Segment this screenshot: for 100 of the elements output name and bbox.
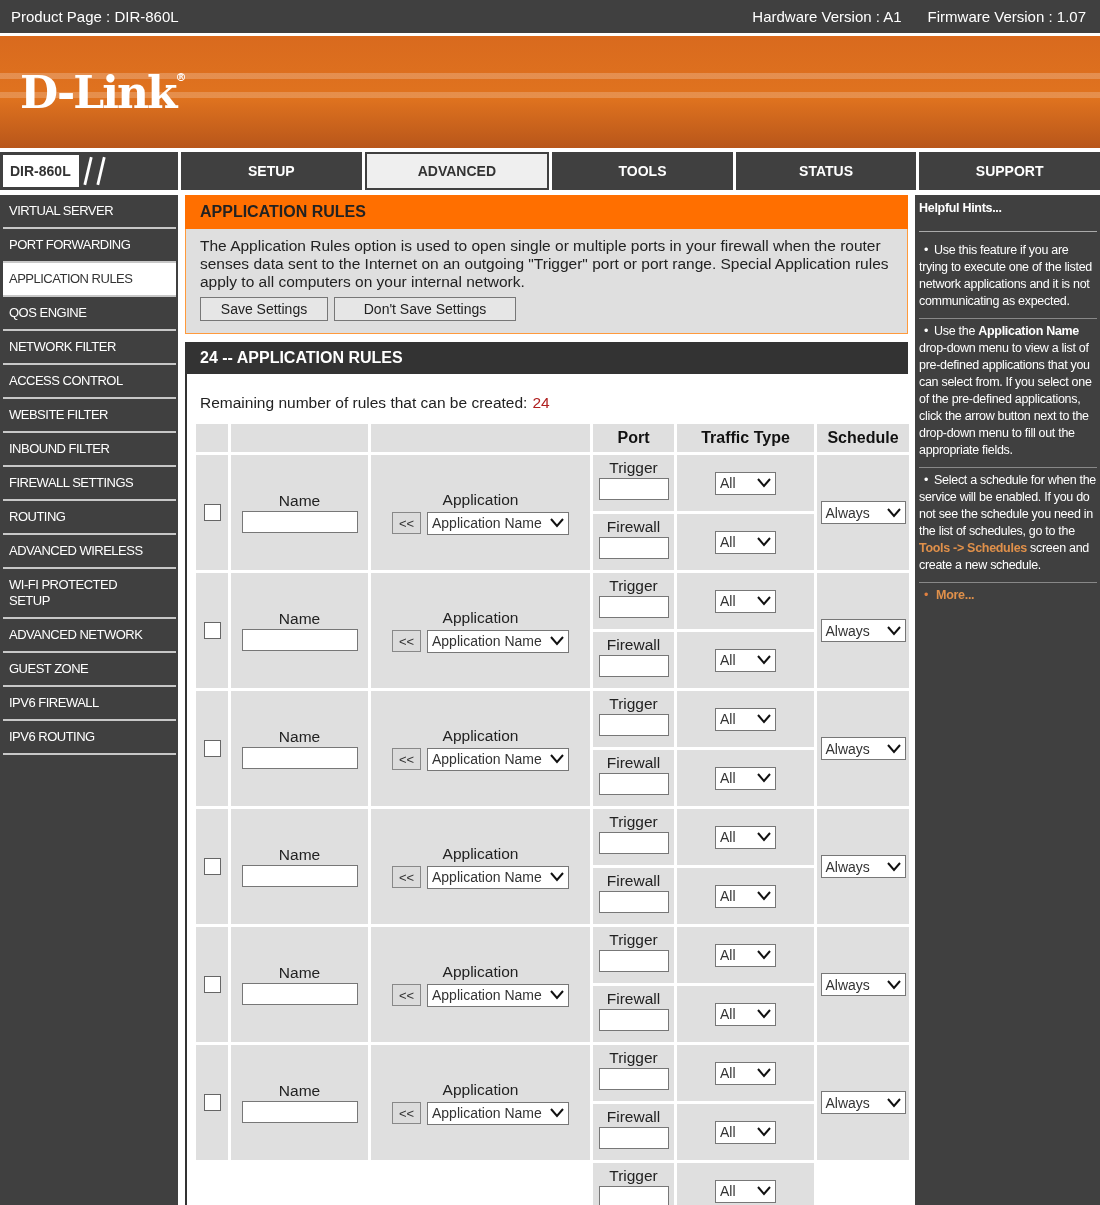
more-link[interactable]: More... [936, 587, 975, 604]
chevron-icon [757, 478, 771, 488]
dropdown[interactable]: All [715, 1002, 776, 1026]
dropdown[interactable]: All [715, 943, 776, 967]
field-label: Trigger [609, 695, 658, 713]
port-field[interactable] [598, 950, 669, 972]
copy-button[interactable]: << [392, 866, 421, 888]
sidebar-item[interactable]: FIREWALL SETTINGS [3, 467, 176, 501]
port-field[interactable] [598, 596, 669, 618]
name-field[interactable] [241, 511, 358, 533]
field-label: Name [278, 846, 321, 864]
dropdown[interactable]: All [715, 884, 776, 908]
nav-tab[interactable]: STATUS [735, 152, 917, 190]
dropdown[interactable]: All [715, 825, 776, 849]
dropdown[interactable]: All [715, 766, 776, 790]
name-field[interactable] [241, 865, 358, 887]
checkbox[interactable] [203, 1094, 221, 1111]
copy-button[interactable]: << [392, 512, 421, 534]
copy-button[interactable]: << [392, 748, 421, 770]
sidebar-item[interactable]: NETWORK FILTER [3, 331, 176, 365]
dropdown[interactable]: Application Name [427, 983, 569, 1007]
dropdown[interactable]: All [715, 530, 776, 554]
port-field[interactable] [598, 773, 669, 795]
chevron-icon [757, 773, 771, 783]
sidebar-item[interactable]: WEBSITE FILTER [3, 399, 176, 433]
sidebar-item[interactable]: WI-FI PROTECTED SETUP [3, 569, 176, 619]
sidebar-item[interactable]: INBOUND FILTER [3, 433, 176, 467]
checkbox[interactable] [203, 622, 221, 639]
sidebar-item[interactable]: IPV6 FIREWALL [3, 687, 176, 721]
port-field[interactable] [598, 655, 669, 677]
dropdown[interactable]: Always [820, 973, 906, 996]
dropdown[interactable]: Always [820, 855, 906, 878]
description-text: The Application Rules option is used to open single or multiple ports in your firewall when the router senses data sent to the Internet on an outgoing "Trigger" port or port range. Special Application rules apply to all computers on your internal network. [200, 237, 890, 291]
dropdown[interactable]: All [715, 1120, 776, 1144]
dropdown[interactable]: All [715, 648, 776, 672]
model-label: DIR-860L [3, 155, 79, 187]
port-field[interactable] [598, 1009, 669, 1031]
checkbox[interactable] [203, 976, 221, 993]
chevron-icon [550, 1108, 564, 1118]
nav-tab[interactable]: TOOLS [552, 152, 733, 190]
bullet: • [924, 587, 929, 604]
port-field[interactable] [598, 537, 669, 559]
port-field[interactable] [598, 1186, 669, 1205]
dropdown[interactable]: Always [820, 1091, 906, 1114]
port-field[interactable] [598, 891, 669, 913]
sidebar-item[interactable]: VIRTUAL SERVER [3, 195, 176, 229]
chevron-icon [886, 743, 901, 754]
dropdown[interactable]: Always [820, 619, 906, 642]
name-field[interactable] [241, 747, 358, 769]
nav-tab[interactable]: SUPPORT [919, 152, 1100, 190]
field-label: Application [442, 490, 519, 509]
port-field[interactable] [598, 478, 669, 500]
checkbox[interactable] [203, 858, 221, 875]
dropdown[interactable]: All [715, 589, 776, 613]
dropdown[interactable]: All [715, 707, 776, 731]
dropdown[interactable]: Always [820, 737, 906, 760]
sidebar-item[interactable]: ADVANCED WIRELESS [3, 535, 176, 569]
dropdown[interactable]: All [715, 471, 776, 495]
sidebar-item[interactable]: ACCESS CONTROL [3, 365, 176, 399]
copy-button[interactable]: << [392, 630, 421, 652]
chevron-icon [757, 1186, 771, 1196]
settings-button[interactable]: Save Settings [200, 297, 328, 321]
checkbox[interactable] [203, 740, 221, 757]
nav-tab[interactable]: ADVANCED [364, 152, 550, 190]
port-field[interactable] [598, 1127, 669, 1149]
field-label: Application [442, 962, 519, 981]
settings-button[interactable]: Don't Save Settings [334, 297, 516, 321]
sidebar-item[interactable]: ROUTING [3, 501, 176, 535]
dropdown[interactable]: Application Name [427, 747, 569, 771]
dropdown[interactable]: Application Name [427, 1101, 569, 1125]
name-field[interactable] [241, 983, 358, 1005]
sidebar-item[interactable]: QOS ENGINE [3, 297, 176, 331]
port-field[interactable] [598, 1068, 669, 1090]
dropdown[interactable]: All [715, 1061, 776, 1085]
section-header: 24 -- APPLICATION RULES [187, 342, 908, 374]
dropdown[interactable]: Application Name [427, 629, 569, 653]
dropdown[interactable]: Application Name [427, 865, 569, 889]
dropdown[interactable]: Application Name [427, 511, 569, 535]
column-header: Schedule [817, 424, 909, 452]
sidebar-item[interactable]: GUEST ZONE [3, 653, 176, 687]
checkbox[interactable] [203, 504, 221, 521]
copy-button[interactable]: << [392, 984, 421, 1006]
chevron-icon [550, 636, 564, 646]
port-field[interactable] [598, 714, 669, 736]
port-field[interactable] [598, 832, 669, 854]
chevron-icon [886, 1097, 901, 1108]
schedules-link[interactable]: Tools -> Schedules [919, 541, 1027, 555]
sidebar-item[interactable]: APPLICATION RULES [3, 263, 176, 297]
header-cell [196, 424, 228, 452]
name-field[interactable] [241, 1101, 358, 1123]
nav-tab[interactable]: SETUP [181, 152, 362, 190]
remaining-label: Remaining number of rules that can be created: [200, 394, 528, 412]
field-label: Firewall [606, 990, 661, 1008]
name-field[interactable] [241, 629, 358, 651]
copy-button[interactable]: << [392, 1102, 421, 1124]
dropdown[interactable]: All [715, 1179, 776, 1203]
dropdown[interactable]: Always [820, 501, 906, 524]
sidebar-item[interactable]: IPV6 ROUTING [3, 721, 176, 755]
sidebar-item[interactable]: ADVANCED NETWORK [3, 619, 176, 653]
field-label: Application [442, 608, 519, 627]
